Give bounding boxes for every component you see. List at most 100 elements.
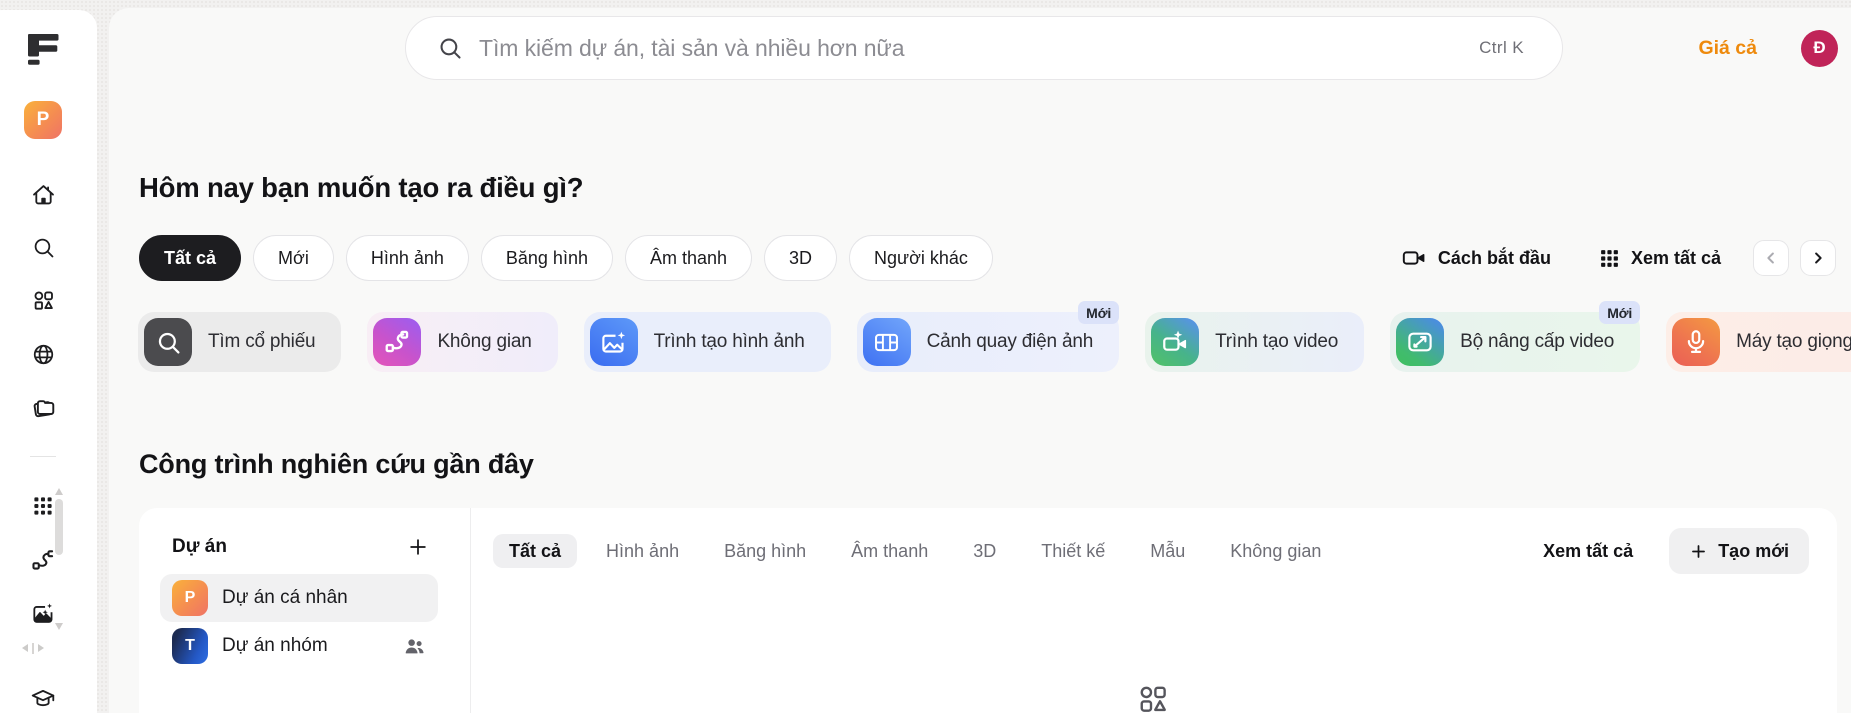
search-shortcut: Ctrl K xyxy=(1479,38,1524,57)
recent-actions: Xem tất cả Tạo mới xyxy=(1543,528,1809,574)
projects-header: Dự án xyxy=(172,533,429,561)
video-generator-icon xyxy=(1151,318,1200,366)
home-icon[interactable] xyxy=(23,174,63,214)
workspace-avatar[interactable]: P xyxy=(24,101,62,139)
tab-spaces[interactable]: Không gian xyxy=(1214,534,1337,568)
personal-project-avatar: P xyxy=(172,580,208,616)
project-label: Dự án cá nhân xyxy=(222,587,348,608)
collapse-right-icon xyxy=(37,644,44,652)
create-new-label: Tạo mới xyxy=(1718,540,1789,561)
panel-divider xyxy=(470,508,471,713)
scroll-up-icon[interactable] xyxy=(55,488,63,495)
how-to-start-link[interactable]: Cách bắt đầu xyxy=(1401,245,1551,271)
pricing-link[interactable]: Giá cả xyxy=(1698,37,1757,60)
filter-chip-new[interactable]: Mới xyxy=(253,235,334,281)
sidebar: P xyxy=(0,10,97,713)
tool-label: Máy tạo giọng nói xyxy=(1736,331,1851,352)
search-bar[interactable]: Tìm kiếm dự án, tài sản và nhiều hơn nữa… xyxy=(405,16,1563,80)
academy-icon[interactable] xyxy=(23,679,63,713)
filter-chip-all[interactable]: Tất cả xyxy=(139,235,242,281)
tool-label: Trình tạo video xyxy=(1215,331,1339,352)
filter-chip-others[interactable]: Người khác xyxy=(849,235,993,281)
shapes-icon[interactable] xyxy=(23,280,63,320)
image-generator-icon xyxy=(589,318,638,366)
recent-works-panel: Dự án P Dự án cá nhân T Dự án nhóm Tất c… xyxy=(139,508,1837,713)
tool-card-voice-generator[interactable]: Máy tạo giọng nói xyxy=(1666,312,1851,372)
workspace-initial: P xyxy=(36,109,50,130)
user-initial: Đ xyxy=(1813,38,1826,57)
search-icon xyxy=(440,38,461,59)
tool-card-video-generator[interactable]: Trình tạo video xyxy=(1145,312,1365,372)
how-to-start-label: Cách bắt đầu xyxy=(1437,247,1551,268)
cinematic-shots-icon xyxy=(862,318,911,366)
filter-chip-images[interactable]: Hình ảnh xyxy=(345,235,469,281)
tool-label: Trình tạo hình ảnh xyxy=(653,331,805,352)
projects-title: Dự án xyxy=(172,536,227,557)
project-label: Dự án nhóm xyxy=(222,635,328,656)
user-avatar[interactable]: Đ xyxy=(1801,29,1838,67)
tool-card-stock-search[interactable]: Tìm cổ phiếu xyxy=(138,312,342,372)
chevron-right-icon xyxy=(1815,252,1822,264)
see-all-link[interactable]: Xem tất cả xyxy=(1543,541,1633,562)
project-item-team[interactable]: T Dự án nhóm xyxy=(160,622,438,670)
tab-videos[interactable]: Băng hình xyxy=(708,534,822,568)
search-placeholder: Tìm kiếm dự án, tài sản và nhiều hơn nữa xyxy=(479,34,905,61)
view-all-tools-label: Xem tất cả xyxy=(1630,247,1721,268)
team-project-avatar: T xyxy=(172,628,208,664)
project-initial: T xyxy=(185,637,195,654)
project-initial: P xyxy=(184,589,196,606)
page-title: Hôm nay bạn muốn tạo ra điều gì? xyxy=(139,172,584,203)
tab-all[interactable]: Tất cả xyxy=(493,534,578,568)
spaces-icon xyxy=(373,318,422,366)
carousel-next-button[interactable] xyxy=(1800,240,1836,276)
main-content: Tìm kiếm dự án, tài sản và nhiều hơn nữa… xyxy=(109,8,1851,713)
chevron-left-icon xyxy=(1767,252,1774,264)
filter-chip-video[interactable]: Băng hình xyxy=(480,235,613,281)
sidebar-scrollbar[interactable] xyxy=(55,499,63,555)
tool-label: Tìm cổ phiếu xyxy=(208,331,316,352)
recent-section-title: Công trình nghiên cứu gần đây xyxy=(139,449,534,479)
create-new-button[interactable]: Tạo mới xyxy=(1669,528,1809,574)
sidebar-divider xyxy=(30,456,56,457)
tool-cards: Tìm cổ phiếu Không gian Trình tạo hình ả… xyxy=(138,301,1851,372)
collections-icon[interactable] xyxy=(23,389,63,429)
collapse-left-icon xyxy=(22,644,29,652)
plus-icon xyxy=(1692,544,1706,558)
tab-design[interactable]: Thiết kế xyxy=(1025,534,1121,568)
project-item-personal[interactable]: P Dự án cá nhân xyxy=(160,574,438,622)
freepik-logo[interactable] xyxy=(28,34,59,65)
tool-label: Không gian xyxy=(437,331,532,352)
tab-templates[interactable]: Mẫu xyxy=(1134,534,1201,568)
new-badge: Mới xyxy=(1599,301,1641,324)
filter-chip-audio[interactable]: Âm thanh xyxy=(624,235,753,281)
tab-audio[interactable]: Âm thanh xyxy=(835,534,944,568)
globe-icon[interactable] xyxy=(23,334,63,374)
filter-chip-3d[interactable]: 3D xyxy=(764,235,838,281)
tool-card-spaces[interactable]: Không gian xyxy=(367,312,558,372)
voice-generator-icon xyxy=(1672,318,1721,366)
tool-card-image-generator[interactable]: Trình tạo hình ảnh xyxy=(583,312,831,372)
search-icon[interactable] xyxy=(23,227,63,267)
view-all-tools-link[interactable]: Xem tất cả xyxy=(1599,248,1721,269)
video-camera-icon xyxy=(1402,251,1425,265)
tab-3d[interactable]: 3D xyxy=(957,534,1012,568)
collapse-sidebar-control[interactable] xyxy=(15,641,51,655)
carousel-prev-button[interactable] xyxy=(1753,240,1789,276)
tab-images[interactable]: Hình ảnh xyxy=(590,534,695,568)
collapse-bar xyxy=(32,642,34,654)
scroll-down-icon[interactable] xyxy=(55,623,63,630)
add-project-button[interactable] xyxy=(407,536,429,558)
topbar-right: Giá cả Đ xyxy=(1698,28,1838,68)
filter-chips: Tất cả Mới Hình ảnh Băng hình Âm thanh 3… xyxy=(139,235,993,281)
video-upscaler-icon xyxy=(1396,318,1445,366)
empty-state-shapes-icon xyxy=(1138,684,1168,713)
tool-label: Bộ nâng cấp video xyxy=(1460,331,1615,352)
projects-column: Dự án P Dự án cá nhân T Dự án nhóm xyxy=(139,508,470,713)
tool-card-video-upscaler[interactable]: Mới Bộ nâng cấp video xyxy=(1390,301,1641,372)
tool-label: Cảnh quay điện ảnh xyxy=(926,331,1094,352)
carousel-controls: Cách bắt đầu Xem tất cả xyxy=(1401,235,1836,281)
recent-tabs: Tất cả Hình ảnh Băng hình Âm thanh 3D Th… xyxy=(493,534,1337,568)
shared-users-icon xyxy=(405,638,424,653)
stock-search-icon xyxy=(144,318,192,366)
tool-card-cinematic-shots[interactable]: Mới Cảnh quay điện ảnh xyxy=(856,301,1120,372)
